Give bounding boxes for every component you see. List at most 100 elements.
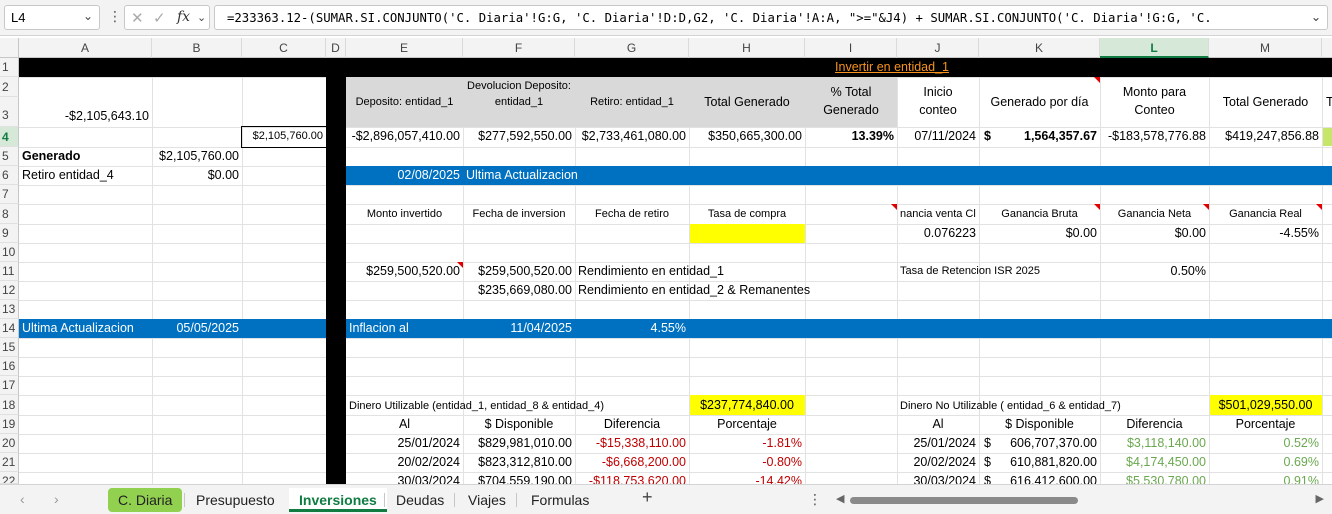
row-header[interactable]: 15 (0, 338, 19, 357)
row-header[interactable]: 4 (0, 127, 19, 147)
horizontal-scrollbar[interactable]: ◀ ▶ (836, 492, 1324, 506)
row-porcentaje-2[interactable]: 0.91% (1209, 472, 1322, 484)
tab-inversiones[interactable]: Inversiones (289, 488, 387, 512)
row-header[interactable]: 19 (0, 415, 19, 434)
row-header[interactable]: 20 (0, 434, 19, 453)
row-date-2[interactable]: 25/01/2024 (897, 434, 979, 453)
cell-k9[interactable]: $0.00 (979, 224, 1100, 243)
scrollbar-thumb[interactable] (850, 497, 1078, 504)
column-header-b[interactable]: B (152, 38, 242, 58)
row-header[interactable]: 5 (0, 147, 19, 166)
column-header-a[interactable]: A (19, 38, 152, 58)
row-disponible[interactable]: $704,559,190.00 (463, 472, 575, 484)
comment-indicator[interactable] (891, 204, 897, 210)
cancel-icon[interactable]: ✕ (131, 9, 144, 27)
comment-indicator[interactable] (1203, 204, 1209, 210)
cell-m9[interactable]: -4.55% (1209, 224, 1322, 243)
comment-indicator[interactable] (1094, 204, 1100, 210)
cell-f4[interactable]: $277,592,550.00 (463, 127, 575, 146)
cell-j9[interactable]: 0.076223 (897, 224, 979, 243)
cell-g14[interactable]: 4.55% (575, 319, 689, 338)
row-header[interactable]: 16 (0, 357, 19, 376)
expand-formula-icon[interactable]: ⌄ (1311, 10, 1321, 24)
row-diferencia[interactable]: -$6,668,200.00 (575, 453, 689, 472)
chevron-down-icon[interactable]: ⌄ (197, 11, 206, 24)
row-header[interactable]: 9 (0, 224, 19, 243)
row-header[interactable]: 3 (0, 97, 19, 127)
name-box[interactable]: L4 ⌄ (4, 5, 100, 30)
row-date[interactable]: 30/03/2024 (346, 472, 463, 484)
invest-link[interactable]: Invertir en entidad_1 (805, 58, 979, 77)
more-options-icon[interactable]: ⋮ (808, 491, 822, 508)
row-disponible-2[interactable]: 610,881,820.00 (999, 453, 1100, 472)
column-header-i[interactable]: I (805, 38, 897, 58)
cell-e11[interactable]: $259,500,520.00 (346, 262, 463, 281)
cell-j18[interactable]: Dinero No Utilizable ( entidad_6 & entid… (897, 395, 1209, 415)
row-diferencia[interactable]: -$118,753,620.00 (575, 472, 689, 484)
column-header-c[interactable]: C (242, 38, 326, 58)
cell-e4[interactable]: -$2,896,057,410.00 (346, 127, 463, 146)
row-header[interactable]: 11 (0, 262, 19, 281)
cell-g12[interactable]: Rendimiento en entidad_2 & Remanentes (575, 281, 905, 300)
cell-m18[interactable]: $501,029,550.00 (1209, 395, 1322, 415)
cell-f14[interactable]: 11/04/2025 (463, 319, 575, 338)
scroll-tabs-left-icon[interactable]: ‹ (20, 491, 25, 507)
column-header-g[interactable]: G (575, 38, 689, 58)
update-date[interactable]: 02/08/2025 (346, 166, 463, 185)
tab-deudas[interactable]: Deudas (386, 488, 454, 512)
row-header[interactable]: 17 (0, 376, 19, 395)
cell-e14[interactable]: Inflacion al (346, 319, 463, 338)
row-header[interactable]: 1 (0, 58, 19, 77)
row-diferencia-2[interactable]: $3,118,140.00 (1100, 434, 1209, 453)
row-header[interactable]: 13 (0, 300, 19, 319)
cell-f11[interactable]: $259,500,520.00 (463, 262, 575, 281)
column-header-j[interactable]: J (897, 38, 979, 58)
insert-function-icon[interactable]: fx (177, 9, 190, 25)
column-header-h[interactable]: H (689, 38, 805, 58)
row-date-2[interactable]: 20/02/2024 (897, 453, 979, 472)
chevron-down-icon[interactable]: ⌄ (83, 9, 93, 23)
row-disponible[interactable]: $829,981,010.00 (463, 434, 575, 453)
scroll-right-icon[interactable]: ▶ (1316, 492, 1324, 505)
spreadsheet-grid[interactable]: Invertir en entidad_1 Deposito: entidad_… (19, 58, 1332, 484)
row-diferencia-2[interactable]: $4,174,450.00 (1100, 453, 1209, 472)
row-diferencia[interactable]: -$15,338,110.00 (575, 434, 689, 453)
tab-viajes[interactable]: Viajes (458, 488, 516, 512)
cell-a5[interactable]: Generado (19, 147, 152, 166)
enter-icon[interactable]: ✓ (153, 9, 166, 27)
row-header[interactable]: 21 (0, 453, 19, 472)
cell-b5[interactable]: $2,105,760.00 (152, 147, 242, 166)
more-options-icon[interactable]: ⋮ (108, 8, 122, 25)
row-header[interactable]: 22 (0, 472, 19, 484)
column-header-d[interactable]: D (326, 38, 346, 58)
row-header[interactable]: 8 (0, 204, 19, 224)
cell-j4[interactable]: 07/11/2024 (897, 127, 979, 146)
scroll-left-icon[interactable]: ◀ (836, 492, 844, 505)
row-disponible-2[interactable]: 616,412,600.00 (999, 472, 1100, 484)
row-header[interactable]: 10 (0, 243, 19, 262)
comment-indicator[interactable] (1094, 77, 1100, 83)
cell-b14[interactable]: 05/05/2025 (152, 319, 242, 338)
tab-presupuesto[interactable]: Presupuesto (186, 488, 285, 512)
row-diferencia-2[interactable]: $5,530,780.00 (1100, 472, 1209, 484)
scroll-tabs-right-icon[interactable]: › (54, 491, 59, 507)
row-porcentaje-2[interactable]: 0.52% (1209, 434, 1322, 453)
cell-j11[interactable]: Tasa de Retencion ISR 2025 (897, 262, 1100, 281)
row-date[interactable]: 25/01/2024 (346, 434, 463, 453)
cell-i4[interactable]: 13.39% (805, 127, 897, 146)
row-disponible[interactable]: $823,312,810.00 (463, 453, 575, 472)
row-header[interactable]: 14 (0, 319, 19, 338)
row-header[interactable]: 12 (0, 281, 19, 300)
cell-k4[interactable]: 1,564,357.67 (999, 127, 1100, 146)
cell-h18[interactable]: $237,774,840.00 (689, 395, 805, 415)
column-header-f[interactable]: F (463, 38, 575, 58)
row-porcentaje[interactable]: -0.80% (689, 453, 805, 472)
cell-b6[interactable]: $0.00 (152, 166, 242, 185)
formula-input[interactable]: =233363.12-(SUMAR.SI.CONJUNTO('C. Diaria… (214, 5, 1328, 30)
tab-c-diaria[interactable]: C. Diaria (108, 488, 183, 512)
column-header-k[interactable]: K (979, 38, 1100, 58)
row-disponible-2[interactable]: 606,707,370.00 (999, 434, 1100, 453)
cell-a3[interactable]: -$2,105,643.10 (19, 97, 152, 127)
column-header-l[interactable]: L (1100, 38, 1209, 58)
row-date-2[interactable]: 30/03/2024 (897, 472, 979, 484)
